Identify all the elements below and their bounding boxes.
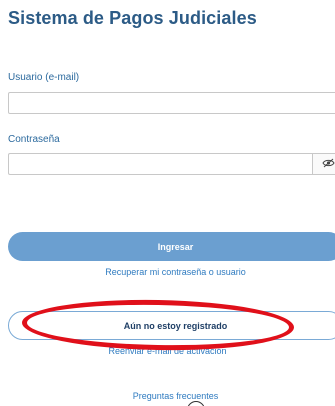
eye-slash-icon (322, 155, 335, 173)
username-label: Usuario (e-mail) (8, 72, 80, 83)
help-circle-icon[interactable] (187, 401, 205, 406)
recover-password-link[interactable]: Recuperar mi contraseña o usuario (0, 267, 335, 277)
resend-activation-link[interactable]: Reenviar e-mail de activación (0, 346, 335, 356)
username-input[interactable] (8, 92, 335, 114)
show-password-button[interactable] (312, 153, 335, 175)
login-button[interactable]: Ingresar (8, 232, 335, 261)
register-button[interactable]: Aún no estoy registrado (8, 311, 335, 340)
password-input[interactable] (8, 153, 312, 175)
password-field (8, 153, 335, 175)
faq-link[interactable]: Preguntas frecuentes (0, 391, 335, 401)
password-label: Contraseña (8, 134, 60, 145)
login-page: Sistema de Pagos Judiciales Usuario (e-m… (0, 0, 335, 406)
page-title: Sistema de Pagos Judiciales (8, 8, 257, 28)
